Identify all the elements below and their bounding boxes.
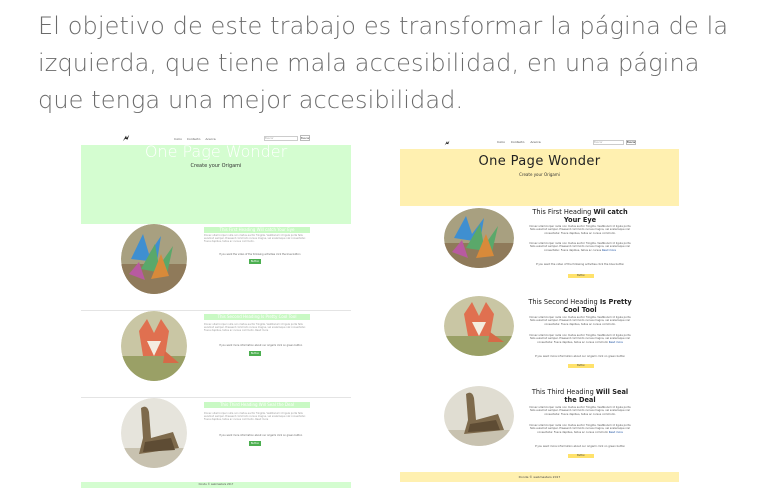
content-section-1: This First Heading Wil catch Your Eye Do…	[400, 206, 679, 294]
nav-link-contacto[interactable]: Contacto	[511, 140, 525, 144]
origami-cranes-photo	[444, 208, 514, 268]
origami-fox-photo	[121, 311, 187, 381]
section-heading: This Second Heading Is Pretty Cool Tool	[528, 298, 632, 314]
section-question: If you want the video of the following a…	[535, 263, 625, 266]
content-section-2: This Second Heading Is Pretty Cool Tool …	[400, 294, 679, 382]
section-text: Donec ullamcorper nulla non metus auctor…	[529, 316, 631, 326]
navbar: Inicio Contacto Acerca Buscar Buscar	[400, 137, 679, 149]
section-text-2: Donec ullamcorper nulla non metus auctor…	[529, 242, 631, 252]
origami-swan-photo	[444, 386, 514, 446]
content-section-2: This Second Heading Is Pretty Cool Tool …	[81, 311, 351, 398]
hero-subtitle: Create your Origami	[190, 163, 242, 169]
content-section-3: This Third Heading Will Seal the Deal Do…	[400, 384, 679, 472]
section-text: Donec ullamcorper nulla non metus auctor…	[204, 234, 306, 244]
intro-text: El objetivo de este trabajo es transform…	[38, 12, 729, 114]
section-heading: This Third Heading Will Seal the Deal	[204, 402, 310, 408]
hero: One Page Wonder Create your Origami	[400, 149, 679, 206]
section-button[interactable]: Button	[568, 274, 594, 278]
bad-accessibility-page: Inicio Contacto Acerca Buscar Buscar One…	[81, 130, 351, 488]
section-text: Donec ullamcorper nulla non metus auctor…	[529, 225, 631, 235]
nav-link-contacto[interactable]: Contacto	[187, 137, 201, 141]
hero: One Page Wonder Create your Origami	[81, 142, 351, 224]
section-button[interactable]: Button	[568, 454, 594, 458]
content-section-1: This First Heading Will catch Your Eye D…	[81, 224, 351, 311]
section-heading: This Second Heading Is Pretty Cool Tool	[204, 314, 310, 320]
section-text-2: Donec ullamcorper nulla non metus auctor…	[529, 424, 631, 434]
section-heading: This First Heading Will catch Your Eye	[204, 227, 310, 233]
search-button[interactable]: Buscar	[626, 140, 636, 145]
nav-link-inicio[interactable]: Inicio	[497, 140, 505, 144]
footer: Donde © webmasters 2017	[400, 472, 679, 482]
hero-title: One Page Wonder	[478, 154, 601, 169]
section-question: If you want the video of the following a…	[219, 253, 301, 256]
crane-logo-icon[interactable]	[122, 134, 130, 142]
nav-link-acerca[interactable]: Acerca	[530, 140, 540, 144]
search-input[interactable]: Buscar	[264, 136, 298, 141]
origami-fox-photo	[444, 296, 514, 356]
origami-swan-photo	[121, 398, 187, 468]
section-button[interactable]: Button	[249, 351, 261, 356]
nav-links: Inicio Contacto Acerca	[497, 140, 546, 144]
section-question: If you want more information about our o…	[534, 355, 626, 358]
section-text: Donec ullamcorper nulla non metus auctor…	[529, 406, 631, 416]
section-text-2: Donec ullamcorper nulla non metus auctor…	[529, 334, 631, 344]
search-input[interactable]: Buscar	[593, 140, 624, 145]
section-question: If you want more information about our o…	[534, 445, 626, 448]
section-button[interactable]: Button	[249, 441, 261, 446]
footer: Donde © webmasters 2017	[81, 482, 351, 488]
search-button[interactable]: Buscar	[300, 135, 310, 141]
read-more-link[interactable]: Read more	[609, 431, 623, 434]
hero-title: One Page Wonder	[144, 142, 288, 161]
section-text: Donec ullamcorper nulla non metus auctor…	[204, 323, 306, 333]
origami-cranes-photo	[121, 224, 187, 294]
hero-subtitle: Create your Origami	[519, 172, 560, 177]
section-heading: This First Heading Wil catch Your Eye	[532, 208, 628, 224]
section-heading: This Third Heading Will Seal the Deal	[531, 388, 629, 404]
section-text: Donec ullamcorper nulla non metus auctor…	[204, 412, 306, 422]
crane-logo-icon[interactable]	[444, 140, 450, 146]
content-section-3: This Third Heading Will Seal the Deal Do…	[81, 398, 351, 485]
section-button[interactable]: Button	[568, 364, 594, 368]
read-more-link[interactable]: Read more	[609, 341, 623, 344]
section-button[interactable]: Button	[249, 259, 261, 264]
nav-link-acerca[interactable]: Acerca	[205, 137, 215, 141]
section-question: If you want more information about our o…	[219, 344, 303, 347]
nav-link-inicio[interactable]: Inicio	[174, 137, 182, 141]
read-more-link[interactable]: Read more	[602, 249, 616, 252]
nav-links: Inicio Contacto Acerca	[174, 137, 220, 141]
section-question: If you want more information about our o…	[219, 434, 303, 437]
good-accessibility-page: Inicio Contacto Acerca Buscar Buscar One…	[400, 137, 679, 485]
